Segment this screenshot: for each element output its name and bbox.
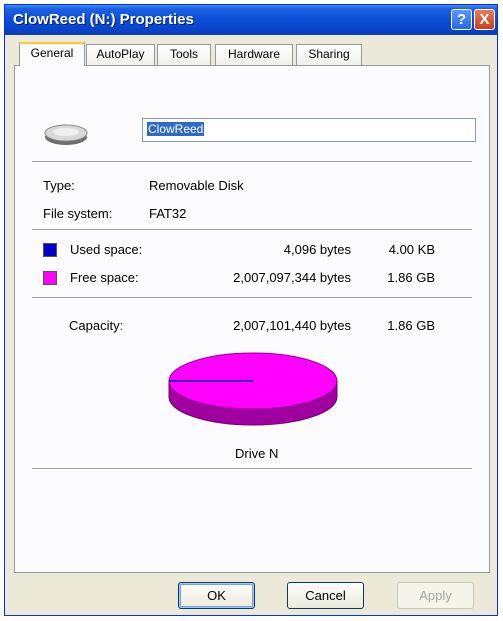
used-space-swatch (43, 243, 57, 257)
file-system-value: FAT32 (149, 206, 187, 221)
tab-tools[interactable]: Tools (157, 44, 211, 65)
close-button[interactable]: X (474, 9, 495, 30)
apply-button[interactable]: Apply (397, 582, 474, 609)
used-space-bytes: 4,096 bytes (283, 242, 351, 257)
tab-sharing[interactable]: Sharing (296, 44, 362, 65)
separator (32, 297, 472, 299)
file-system-label: File system: (43, 206, 113, 221)
separator (32, 161, 472, 163)
type-value: Removable Disk (149, 178, 244, 193)
general-panel: ClowReed Type: Removable Disk File syste… (14, 65, 490, 573)
window-title: ClowReed (N:) Properties (13, 11, 194, 28)
cancel-button[interactable]: Cancel (287, 582, 364, 609)
free-space-bytes: 2,007,097,344 bytes (233, 270, 351, 285)
ok-button[interactable]: OK (178, 582, 255, 609)
used-space-label: Used space: (70, 242, 143, 257)
properties-window: ClowReed (N:) Properties ? X General Aut… (4, 4, 498, 616)
capacity-bytes: 2,007,101,440 bytes (233, 318, 351, 333)
tab-hardware[interactable]: Hardware (215, 44, 293, 65)
drive-caption: Drive N (235, 446, 279, 461)
free-space-swatch (43, 271, 57, 285)
capacity-label: Capacity: (69, 318, 124, 333)
free-space-size: 1.86 GB (387, 270, 435, 285)
help-button[interactable]: ? (451, 9, 472, 30)
drive-name-value: ClowReed (147, 122, 205, 136)
capacity-size: 1.86 GB (387, 318, 435, 333)
used-space-size: 4.00 KB (388, 242, 435, 257)
free-space-label: Free space: (70, 270, 139, 285)
tab-general[interactable]: General (19, 42, 85, 66)
removable-disk-icon (44, 124, 88, 145)
drive-name-input[interactable]: ClowReed (142, 118, 476, 142)
tab-autoplay[interactable]: AutoPlay (86, 44, 155, 65)
disk-usage-pie-chart (168, 352, 338, 426)
separator (32, 229, 472, 231)
title-bar[interactable]: ClowReed (N:) Properties ? X (5, 5, 497, 35)
separator (32, 468, 472, 470)
type-label: Type: (43, 178, 75, 193)
